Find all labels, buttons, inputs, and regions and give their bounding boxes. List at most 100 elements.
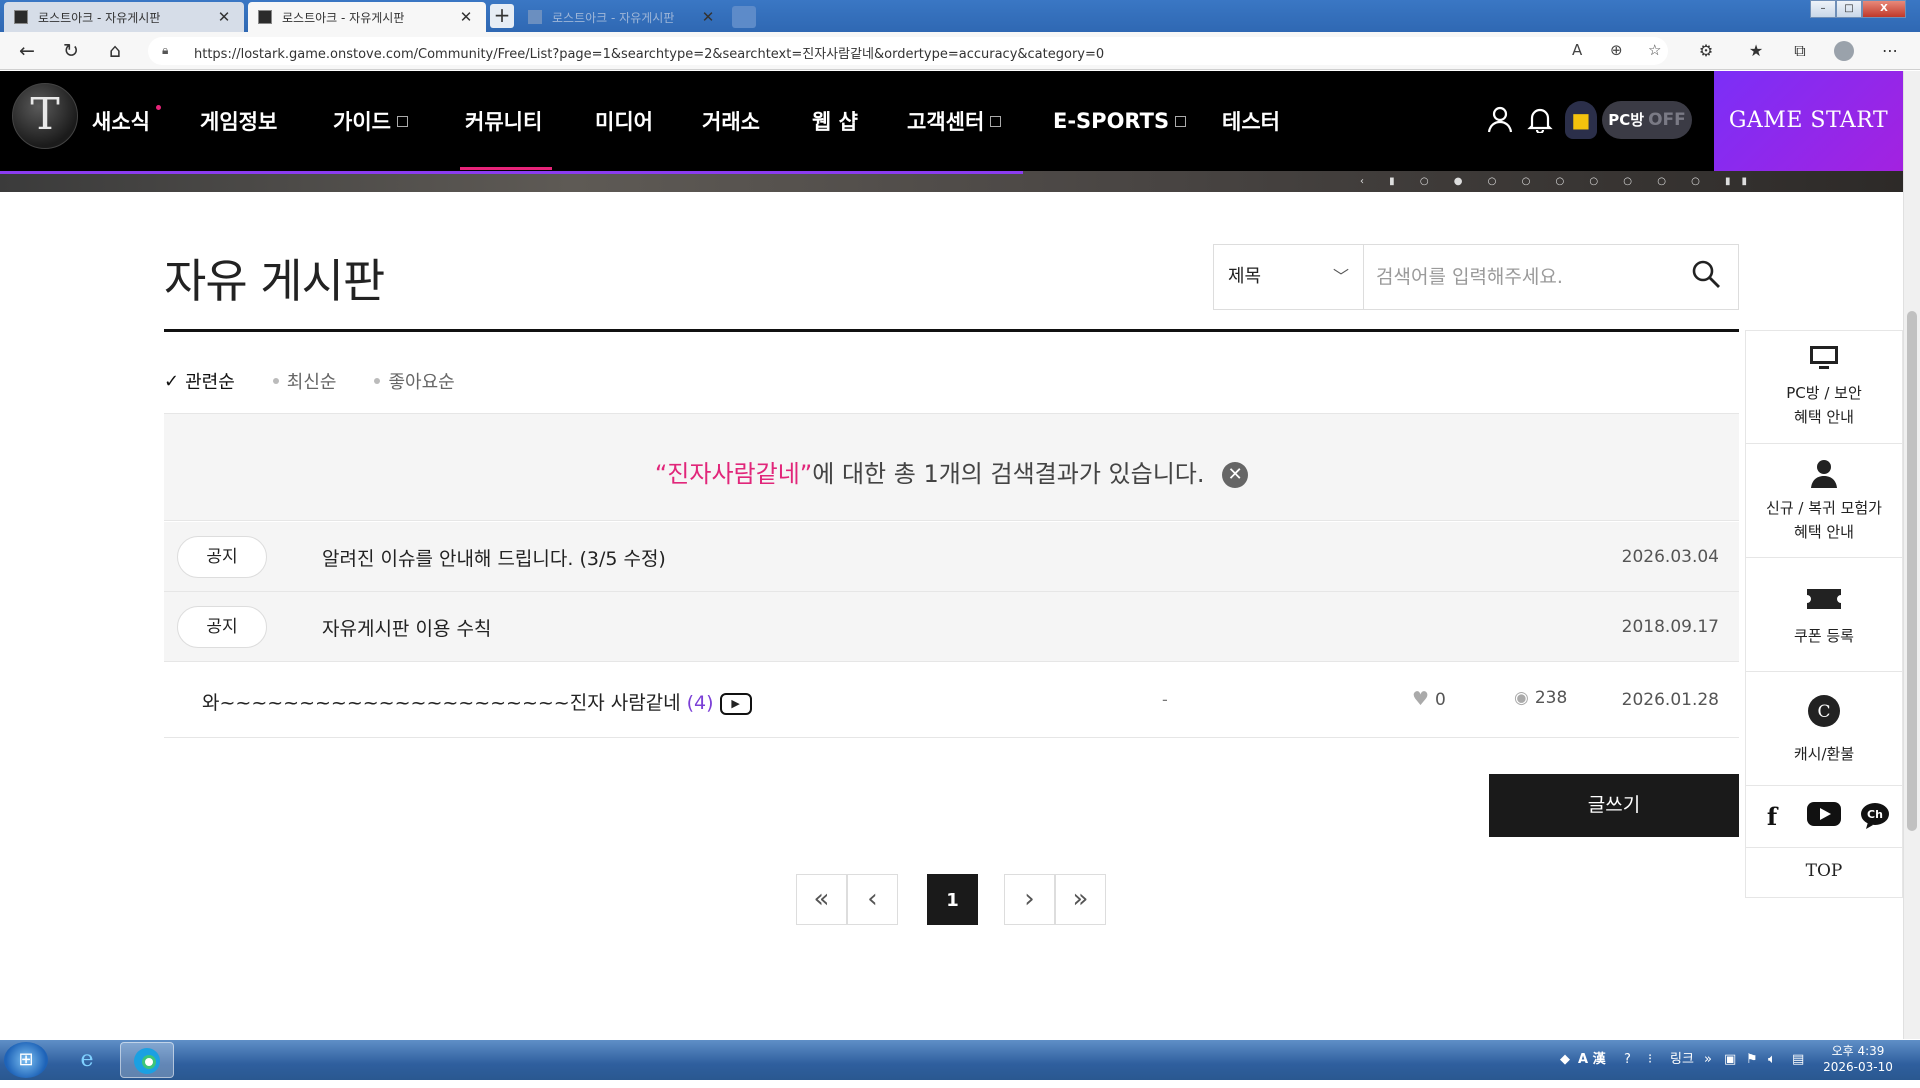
browser-tab-faded[interactable]: 로스트아크 - 자유게시판 ✕ bbox=[518, 2, 728, 32]
quick-item-cash[interactable]: C 캐시/환불 bbox=[1746, 672, 1902, 786]
quick-item-newcomer[interactable]: 신규 / 복귀 모험가 혜택 안내 bbox=[1746, 444, 1902, 558]
next-page-icon[interactable]: › bbox=[1004, 874, 1055, 925]
profile-avatar-icon[interactable] bbox=[1834, 41, 1854, 61]
nav-item-tester[interactable]: 테스터 bbox=[1222, 71, 1280, 171]
taskbar-clock[interactable]: 오후 4:39 2026-03-10 bbox=[1818, 1043, 1898, 1075]
write-button[interactable]: 글쓰기 bbox=[1489, 774, 1739, 837]
first-page-icon[interactable]: « bbox=[796, 874, 847, 925]
refresh-icon[interactable]: ↻ bbox=[58, 38, 84, 64]
sort-likes[interactable]: 좋아요순 bbox=[374, 368, 455, 394]
nav-item-game-info[interactable]: 게임정보 bbox=[200, 71, 277, 171]
tray-expand-icon[interactable]: » bbox=[1704, 1040, 1712, 1080]
quick-item-pcbang[interactable]: PC방 / 보안 혜택 안내 bbox=[1746, 331, 1902, 444]
notice-row[interactable]: 공지 알려진 이슈를 안내해 드립니다. (3/5 수정) 2026.03.04 bbox=[164, 522, 1739, 592]
minimize-button[interactable]: – bbox=[1810, 0, 1836, 18]
prev-page-icon[interactable]: ‹ bbox=[847, 874, 898, 925]
lostark-logo[interactable]: T bbox=[12, 83, 78, 149]
banner-pager-dots[interactable]: ‹ ▮ ○ ● ○ ○ ○ ○ ○ ○ ○ ▮▮ bbox=[1360, 176, 1758, 187]
pcbang-label: PC방 bbox=[1608, 111, 1645, 129]
nav-item-community[interactable]: 커뮤니티 bbox=[465, 71, 542, 171]
tray-links-label[interactable]: 링크 bbox=[1670, 1040, 1694, 1080]
quick-item-coupon[interactable]: 쿠폰 등록 bbox=[1746, 558, 1902, 672]
nav-item-esports[interactable]: E-SPORTS bbox=[1053, 71, 1187, 171]
close-tab-icon[interactable]: ✕ bbox=[214, 8, 234, 26]
active-nav-underline bbox=[460, 167, 552, 170]
kakao-channel-icon[interactable]: Ch bbox=[1858, 802, 1892, 836]
close-window-button[interactable]: X bbox=[1862, 0, 1906, 18]
quick-menu: PC방 / 보안 혜택 안내 신규 / 복귀 모험가 혜택 안내 쿠폰 등록 C… bbox=[1745, 330, 1903, 898]
volume-icon[interactable]: 🔈︎ bbox=[1768, 1040, 1776, 1080]
browser-tab-2[interactable]: 로스트아크 - 자유게시판 ✕ bbox=[248, 2, 486, 32]
close-tab-icon[interactable]: ✕ bbox=[698, 8, 718, 26]
post-row[interactable]: 와~~~~~~~~~~~~~~~~~~~~~~진자 사람같네 (4) ▶ - ♥ 0 … bbox=[164, 662, 1739, 738]
internet-explorer-icon[interactable]: e bbox=[60, 1042, 114, 1078]
network-icon[interactable]: ▤ bbox=[1792, 1040, 1804, 1080]
read-aloud-icon[interactable]: A bbox=[1572, 41, 1582, 59]
search-input[interactable] bbox=[1366, 245, 1666, 309]
search-result-summary: “진자사람같네”에 대한 총 1개의 검색결과가 있습니다. ✕ bbox=[164, 413, 1739, 521]
post-date: 2026.03.04 bbox=[1621, 547, 1719, 567]
favorite-star-icon[interactable]: ☆ bbox=[1648, 41, 1661, 59]
collections-icon[interactable]: ⧉ bbox=[1788, 39, 1812, 63]
check-icon: ✓ bbox=[164, 370, 180, 392]
last-page-icon[interactable]: » bbox=[1055, 874, 1106, 925]
edge-browser-icon[interactable] bbox=[120, 1042, 174, 1078]
search-type-select[interactable]: 제목 ﹀ bbox=[1214, 245, 1364, 309]
clear-search-icon[interactable]: ✕ bbox=[1222, 462, 1249, 488]
tray-tool-icon[interactable]: ⁝ bbox=[1648, 1040, 1652, 1080]
lock-icon[interactable]: 🔒︎ bbox=[162, 43, 168, 58]
flag-icon[interactable]: ⚑ bbox=[1746, 1040, 1758, 1080]
notice-row[interactable]: 공지 자유게시판 이용 수칙 2018.09.17 bbox=[164, 592, 1739, 662]
sort-relevance[interactable]: ✓ 관련순 bbox=[164, 368, 235, 394]
nav-item-support[interactable]: 고객센터 bbox=[907, 71, 1002, 171]
post-title[interactable]: 알려진 이슈를 안내해 드립니다. (3/5 수정) bbox=[322, 544, 666, 571]
new-tab-button[interactable]: + bbox=[490, 4, 514, 28]
scroll-top-button[interactable]: TOP bbox=[1746, 861, 1902, 881]
browser-tab-1[interactable]: 로스트아크 - 자유게시판 ✕ bbox=[4, 2, 244, 32]
page-title: 자유 게시판 bbox=[164, 254, 385, 308]
sort-latest[interactable]: 최신순 bbox=[272, 368, 336, 394]
game-start-button[interactable]: GAME START bbox=[1714, 71, 1903, 171]
nav-label: E-SPORTS bbox=[1053, 109, 1170, 133]
close-tab-icon[interactable]: ✕ bbox=[456, 8, 476, 26]
pcbang-toggle[interactable]: PC방 OFF bbox=[1602, 101, 1692, 139]
nav-item-news[interactable]: 새소식 bbox=[92, 71, 150, 171]
nav-item-media[interactable]: 미디어 bbox=[595, 71, 653, 171]
nav-item-market[interactable]: 거래소 bbox=[702, 71, 760, 171]
help-icon[interactable]: ? bbox=[1624, 1040, 1631, 1080]
shopping-bag-icon[interactable]: ■ bbox=[1565, 101, 1597, 139]
quick-label: 캐시/환불 bbox=[1793, 745, 1855, 763]
extensions-icon[interactable]: ⚙ bbox=[1694, 39, 1718, 63]
favorites-icon[interactable]: ★ bbox=[1744, 39, 1768, 63]
post-title[interactable]: 자유게시판 이용 수칙 bbox=[322, 614, 491, 641]
nav-label: 거래소 bbox=[702, 110, 760, 134]
nav-item-guide[interactable]: 가이드 bbox=[333, 71, 408, 171]
post-title[interactable]: 와~~~~~~~~~~~~~~~~~~~~~~진자 사람같네 bbox=[202, 692, 681, 714]
back-arrow-icon[interactable]: ← bbox=[14, 38, 40, 64]
nav-item-webshop[interactable]: 웹 샵 bbox=[812, 71, 858, 171]
page-number-current[interactable]: 1 bbox=[927, 874, 978, 925]
tab-actions-button[interactable] bbox=[732, 6, 756, 28]
search-box: 제목 ﹀ bbox=[1213, 244, 1739, 310]
page-scrollbar[interactable] bbox=[1903, 71, 1920, 1039]
maximize-button[interactable]: □ bbox=[1836, 0, 1862, 18]
ime-indicator[interactable]: A 漢 bbox=[1578, 1040, 1606, 1080]
user-icon[interactable] bbox=[1486, 105, 1514, 139]
zoom-icon[interactable]: ⊕ bbox=[1610, 41, 1623, 59]
youtube-icon[interactable] bbox=[1807, 802, 1841, 832]
tray-shield-icon[interactable]: ◆ bbox=[1560, 1040, 1570, 1080]
scrollbar-thumb[interactable] bbox=[1907, 311, 1917, 831]
address-bar: ← ↻ ⌂ 🔒︎ https://lostark.game.onstove.co… bbox=[0, 32, 1920, 70]
video-play-icon: ▶ bbox=[719, 692, 752, 715]
start-button[interactable]: ⊞ bbox=[4, 1042, 48, 1078]
search-icon[interactable] bbox=[1688, 259, 1724, 295]
url-field[interactable]: 🔒︎ https://lostark.game.onstove.com/Comm… bbox=[148, 37, 1668, 65]
bell-icon[interactable] bbox=[1526, 105, 1554, 139]
facebook-icon[interactable]: f bbox=[1755, 802, 1789, 831]
more-menu-icon[interactable]: ⋯ bbox=[1878, 39, 1902, 63]
svg-text:C: C bbox=[1817, 702, 1830, 722]
home-icon[interactable]: ⌂ bbox=[102, 38, 128, 64]
pcbang-state: OFF bbox=[1648, 110, 1686, 130]
post-title-wrap[interactable]: 와~~~~~~~~~~~~~~~~~~~~~~진자 사람같네 (4) ▶ bbox=[202, 688, 752, 715]
nvidia-icon[interactable]: ▣ bbox=[1724, 1040, 1736, 1080]
